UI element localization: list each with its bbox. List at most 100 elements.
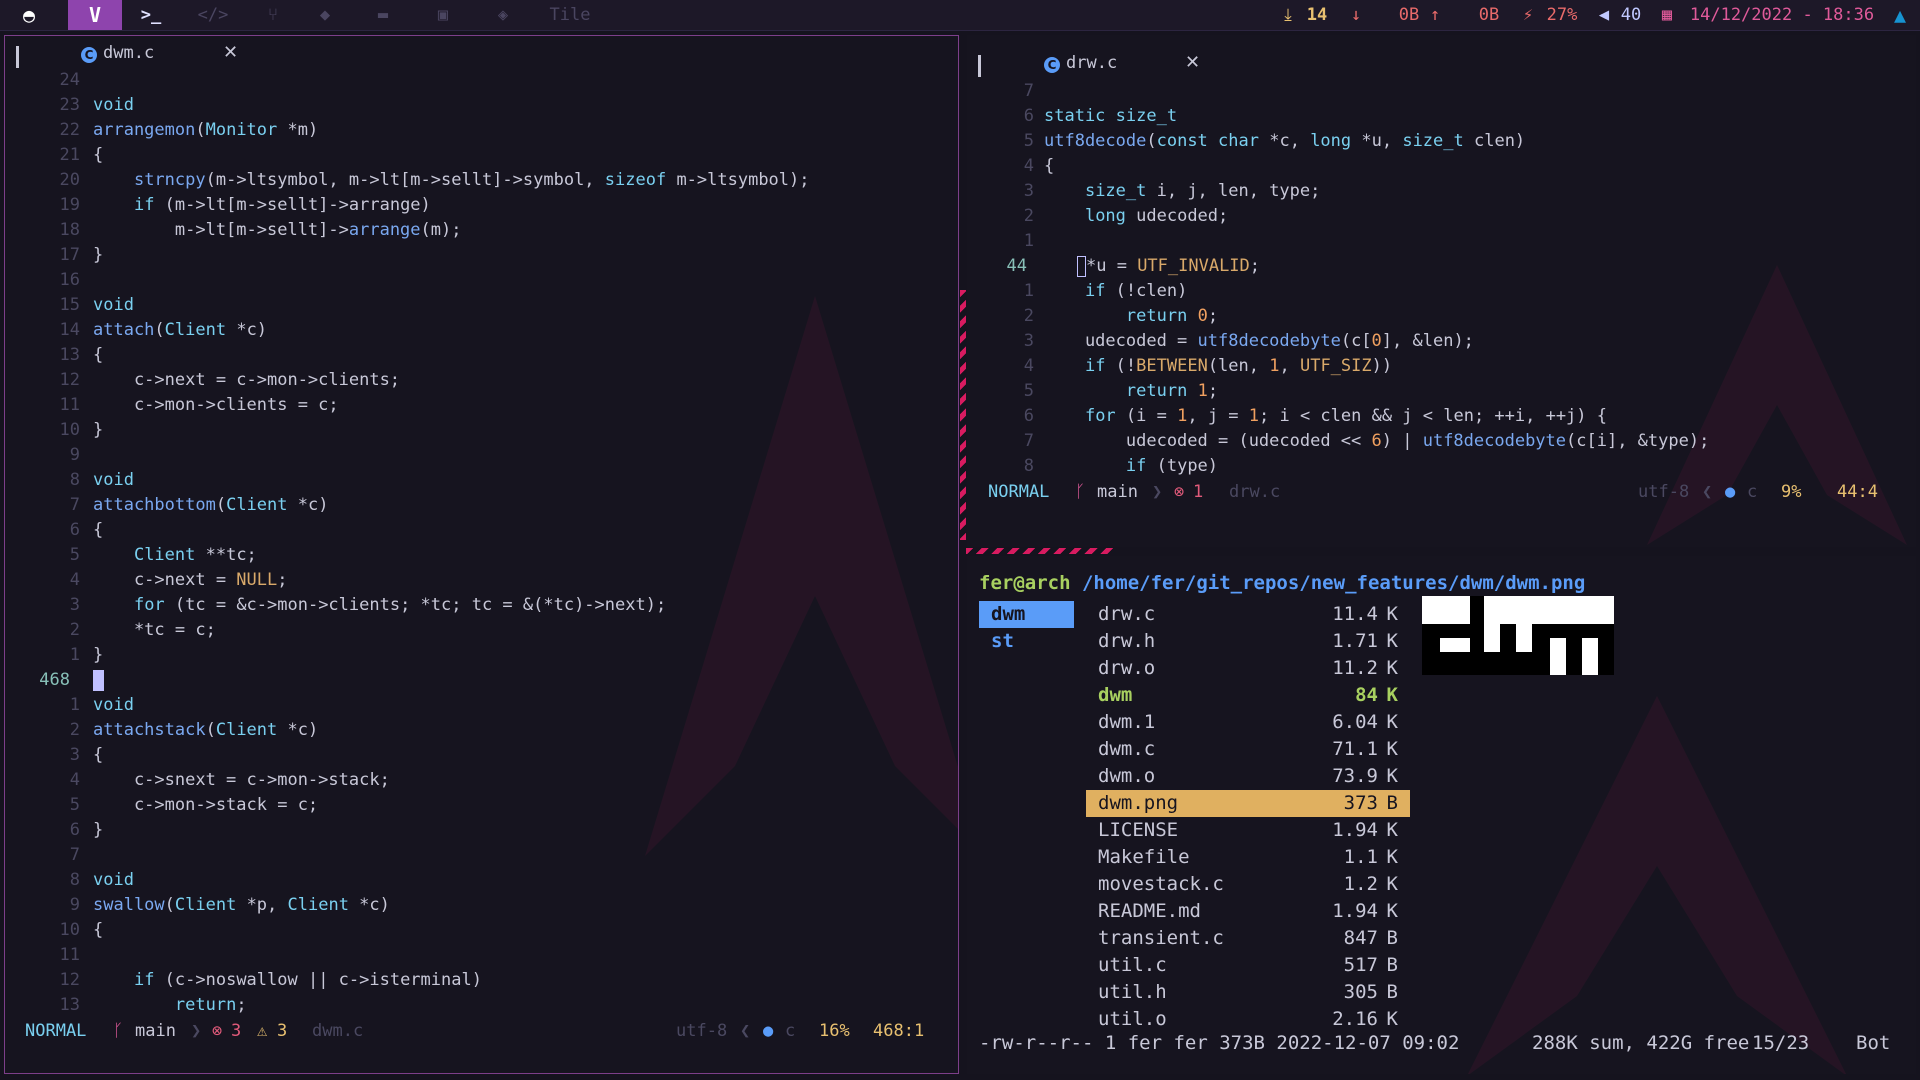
- code-line[interactable]: 1 if (!clen): [967, 279, 1916, 304]
- code-line[interactable]: 17}: [5, 243, 955, 268]
- tag-image-icon[interactable]: ▣: [418, 0, 468, 30]
- tag-git-icon[interactable]: ⑂: [248, 0, 298, 30]
- dir-item-dwm[interactable]: dwm: [979, 601, 1074, 628]
- code-line[interactable]: 19 if (m->lt[m->sellt]->arrange): [5, 193, 955, 218]
- code-line[interactable]: 3 for (tc = &c->mon->clients; *tc; tc = …: [5, 593, 955, 618]
- code-line[interactable]: 23 void: [5, 93, 955, 118]
- tab-close-icon[interactable]: ✕: [223, 42, 238, 63]
- code-line[interactable]: 13 {: [5, 343, 955, 368]
- code-line[interactable]: 4 c->next = NULL;: [5, 568, 955, 593]
- code-line[interactable]: 7: [5, 843, 955, 868]
- tag-layers-icon[interactable]: ◈: [478, 0, 528, 30]
- code-line[interactable]: 44 *u = UTF_INVALID;: [967, 254, 1916, 279]
- file-row[interactable]: drw.o 11.2 K: [1086, 655, 1410, 682]
- code-line[interactable]: 4 c->snext = c->mon->stack;: [5, 768, 955, 793]
- code-line[interactable]: 4{: [967, 154, 1916, 179]
- code-line[interactable]: 10 {: [5, 918, 955, 943]
- code-line[interactable]: 8 void: [5, 468, 955, 493]
- right-editor-pane[interactable]: C drw.c ✕ 7 6 static size_t 5 utf8decode(con…: [967, 35, 1916, 547]
- code-line[interactable]: 7: [967, 79, 1916, 104]
- right-code-area[interactable]: 7 6 static size_t 5 utf8decode(const char *c…: [967, 79, 1916, 479]
- file-row[interactable]: util.h 305 B: [1086, 979, 1410, 1006]
- code-line[interactable]: 18 m->lt[m->sellt]->arrange(m);: [5, 218, 955, 243]
- code-line[interactable]: 3{: [5, 743, 955, 768]
- file-row[interactable]: Makefile 1.1 K: [1086, 844, 1410, 871]
- code-line[interactable]: 16: [5, 268, 955, 293]
- file-row[interactable]: dwm 84 K: [1086, 682, 1410, 709]
- file-row[interactable]: LICENSE 1.94 K: [1086, 817, 1410, 844]
- code-line[interactable]: 20 strncpy(m->ltsymbol, m->lt[m->sellt]-…: [5, 168, 955, 193]
- file-row[interactable]: util.c 517 B: [1086, 952, 1410, 979]
- layout-indicator[interactable]: Tile: [540, 0, 600, 30]
- left-tab-bar: C dwm.c ✕: [5, 36, 958, 68]
- code-line[interactable]: 5 Client **tc;: [5, 543, 955, 568]
- status-filename: drw.c: [1229, 482, 1281, 502]
- file-row[interactable]: drw.h 1.71 K: [1086, 628, 1410, 655]
- code-line[interactable]: 11 c->mon->clients = c;: [5, 393, 955, 418]
- code-line[interactable]: 24: [5, 68, 955, 93]
- code-line[interactable]: 7 attachbottom(Client *c): [5, 493, 955, 518]
- dir-item-st[interactable]: st: [979, 628, 1074, 655]
- code-line[interactable]: 9 swallow(Client *p, Client *c): [5, 893, 955, 918]
- left-editor-pane[interactable]: C dwm.c ✕ 24 23 void 22 arrangemon(Monitor *…: [4, 35, 959, 1074]
- line-text: attachstack(Client *c): [93, 720, 319, 740]
- code-line[interactable]: 13 return;: [5, 993, 955, 1018]
- code-line[interactable]: 7 udecoded = (udecoded << 6) | utf8decod…: [967, 429, 1916, 454]
- code-line[interactable]: 2 long udecoded;: [967, 204, 1916, 229]
- tag-terminal-icon[interactable]: >_: [126, 0, 176, 30]
- code-line[interactable]: 2 *tc = c;: [5, 618, 955, 643]
- file-row[interactable]: dwm.o 73.9 K: [1086, 763, 1410, 790]
- tag-folder-icon[interactable]: ▬: [358, 0, 408, 30]
- code-line[interactable]: 8 void: [5, 868, 955, 893]
- code-line[interactable]: 3 udecoded = utf8decodebyte(c[0], &len);: [967, 329, 1916, 354]
- file-row[interactable]: dwm.c 71.1 K: [1086, 736, 1410, 763]
- code-line[interactable]: 8 if (type): [967, 454, 1916, 479]
- file-row[interactable]: transient.c 847 B: [1086, 925, 1410, 952]
- code-line[interactable]: 5 c->mon->stack = c;: [5, 793, 955, 818]
- tag-gamepad-icon[interactable]: ◆: [300, 0, 350, 30]
- tag-code-icon[interactable]: </>: [188, 0, 238, 30]
- code-line[interactable]: 6}: [5, 818, 955, 843]
- code-line[interactable]: 21 {: [5, 143, 955, 168]
- code-line[interactable]: 468: [5, 668, 955, 693]
- code-line[interactable]: 6 static size_t: [967, 104, 1916, 129]
- code-line[interactable]: 6 for (i = 1, j = 1; i < clen && j < len…: [967, 404, 1916, 429]
- launcher-icon[interactable]: ◓: [0, 0, 58, 30]
- tab-filename[interactable]: drw.c: [1066, 53, 1117, 73]
- file-row[interactable]: README.md 1.94 K: [1086, 898, 1410, 925]
- tag-vim-icon[interactable]: V: [68, 0, 122, 30]
- code-line[interactable]: 1: [967, 229, 1916, 254]
- code-line[interactable]: 5 utf8decode(const char *c, long *u, size…: [967, 129, 1916, 154]
- code-line[interactable]: 22 arrangemon(Monitor *m): [5, 118, 955, 143]
- code-line[interactable]: 10}: [5, 418, 955, 443]
- file-row[interactable]: util.o 2.16 K: [1086, 1006, 1410, 1033]
- tab-filename[interactable]: dwm.c: [103, 43, 154, 63]
- line-number: 17: [59, 245, 80, 265]
- code-line[interactable]: 9: [5, 443, 955, 468]
- code-line[interactable]: 3 size_t i, j, len, type;: [967, 179, 1916, 204]
- volume-icon[interactable]: ◀: [1594, 0, 1614, 30]
- code-line[interactable]: 11: [5, 943, 955, 968]
- file-size: 2.16: [1332, 1008, 1378, 1030]
- code-line[interactable]: 1 void: [5, 693, 955, 718]
- battery-icon: ⚡: [1522, 5, 1534, 25]
- code-line[interactable]: 14 attach(Client *c): [5, 318, 955, 343]
- code-line[interactable]: 4 if (!BETWEEN(len, 1, UTF_SIZ)): [967, 354, 1916, 379]
- code-line[interactable]: 2 attachstack(Client *c): [5, 718, 955, 743]
- file-manager-pane[interactable]: fer@arch /home/fer/git_repos/new_feature…: [967, 556, 1916, 1074]
- file-row[interactable]: dwm.1 6.04 K: [1086, 709, 1410, 736]
- code-line[interactable]: 12 if (c->noswallow || c->isterminal): [5, 968, 955, 993]
- code-line[interactable]: 12 c->next = c->mon->clients;: [5, 368, 955, 393]
- file-row[interactable]: drw.c 11.4 K: [1086, 601, 1410, 628]
- file-row[interactable]: movestack.c 1.2 K: [1086, 871, 1410, 898]
- left-code-area[interactable]: 24 23 void 22 arrangemon(Monitor *m) 21{20 st…: [5, 68, 955, 1018]
- code-line[interactable]: 15 void: [5, 293, 955, 318]
- code-line[interactable]: 6{: [5, 518, 955, 543]
- line-text: if (!clen): [1084, 281, 1188, 301]
- file-row[interactable]: dwm.png 373 B: [1086, 790, 1410, 817]
- code-line[interactable]: 5 return 1;: [967, 379, 1916, 404]
- file-size: 71.1: [1332, 738, 1378, 760]
- code-line[interactable]: 1}: [5, 643, 955, 668]
- tab-close-icon[interactable]: ✕: [1185, 52, 1200, 73]
- code-line[interactable]: 2 return 0;: [967, 304, 1916, 329]
